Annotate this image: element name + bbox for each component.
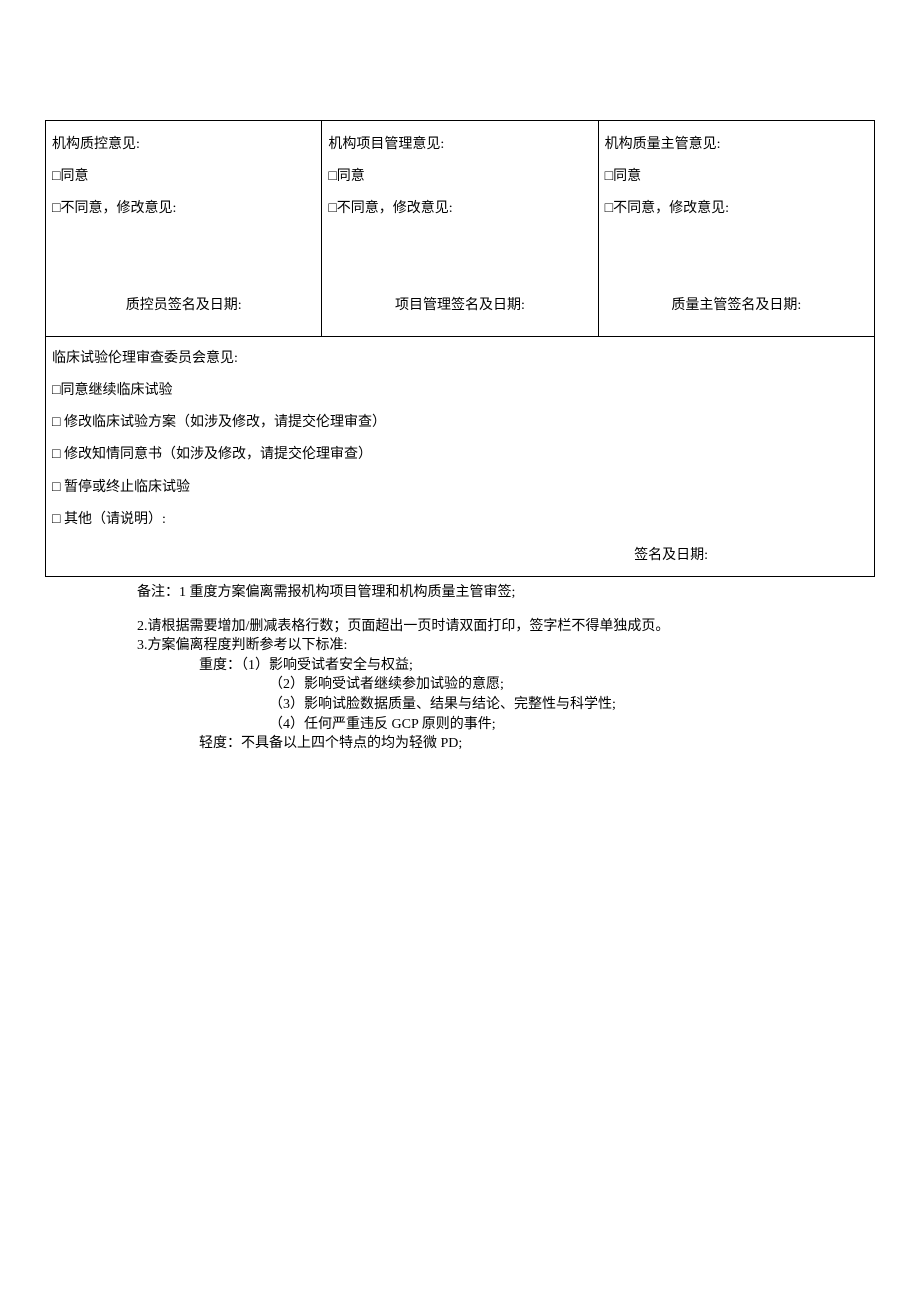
qs-agree-row: □同意: [605, 161, 868, 193]
note-1: 备注：1 重度方案偏离需报机构项目管理和机构质量主管审签;: [137, 583, 875, 603]
note-5: （2）影响受试者继续参加试验的意愿;: [137, 675, 875, 695]
pm-agree-row: □同意: [328, 161, 591, 193]
ethics-opt4: 暂停或终止临床试验: [60, 480, 190, 495]
qc-signature-label: 质控员签名及日期:: [52, 290, 315, 328]
col-ethics: 临床试验伦理审查委员会意见: □同意继续临床试验 □ 修改临床试验方案（如涉及修…: [46, 336, 875, 576]
qc-title: 机构质控意见:: [52, 129, 315, 161]
qc-disagree: 不同意，修改意见:: [60, 201, 176, 216]
note-7: （4）任何严重违反 GCP 原则的事件;: [137, 715, 875, 735]
qs-title: 机构质量主管意见:: [605, 129, 868, 161]
qs-disagree-row: □不同意，修改意见:: [605, 193, 868, 225]
ethics-title: 临床试验伦理审查委员会意见:: [52, 343, 868, 375]
pm-disagree: 不同意，修改意见:: [337, 201, 453, 216]
note-4: 重度：（1）影响受试者安全与权益;: [137, 656, 875, 676]
ethics-opt3: 修改知情同意书（如涉及修改，请提交伦理审查）: [60, 447, 372, 462]
checkbox-icon[interactable]: □: [328, 169, 336, 184]
ethics-opt3-row: □ 修改知情同意书（如涉及修改，请提交伦理审查）: [52, 439, 868, 471]
checkbox-icon[interactable]: □: [605, 169, 613, 184]
ethics-signature-label: 签名及日期:: [52, 540, 868, 572]
checkbox-icon[interactable]: □: [605, 201, 613, 216]
note-8: 轻度：不具备以上四个特点的均为轻微 PD;: [137, 734, 875, 754]
ethics-opt5: 其他（请说明）:: [60, 512, 165, 527]
pm-agree: 同意: [337, 169, 365, 184]
ethics-opt2: 修改临床试验方案（如涉及修改，请提交伦理审查）: [60, 415, 386, 430]
ethics-opt4-row: □ 暂停或终止临床试验: [52, 472, 868, 504]
notes-block: 备注：1 重度方案偏离需报机构项目管理和机构质量主管审签; 2.请根据需要增加/…: [45, 583, 875, 754]
note-2: 2.请根据需要增加/删减表格行数；页面超出一页时请双面打印，签字栏不得单独成页。: [137, 617, 875, 637]
col-quality-supervisor: 机构质量主管意见: □同意 □不同意，修改意见: 质量主管签名及日期:: [598, 121, 874, 337]
form-table: 机构质控意见: □同意 □不同意，修改意见: 质控员签名及日期: 机构项目管理意…: [45, 120, 875, 577]
pm-disagree-row: □不同意，修改意见:: [328, 193, 591, 225]
qs-agree: 同意: [613, 169, 641, 184]
ethics-opt5-row: □ 其他（请说明）:: [52, 504, 868, 536]
note-3: 3.方案偏离程度判断参考以下标准:: [137, 636, 875, 656]
qc-agree: 同意: [60, 169, 88, 184]
col-quality-control: 机构质控意见: □同意 □不同意，修改意见: 质控员签名及日期:: [46, 121, 322, 337]
note-6: （3）影响试脸数据质量、结果与结论、完整性与科学性;: [137, 695, 875, 715]
qs-disagree: 不同意，修改意见:: [613, 201, 729, 216]
qc-agree-row: □同意: [52, 161, 315, 193]
ethics-opt1: 同意继续临床试验: [60, 383, 172, 398]
qs-signature-label: 质量主管签名及日期:: [605, 290, 868, 328]
checkbox-icon[interactable]: □: [328, 201, 336, 216]
col-project-management: 机构项目管理意见: □同意 □不同意，修改意见: 项目管理签名及日期:: [322, 121, 598, 337]
opinions-row: 机构质控意见: □同意 □不同意，修改意见: 质控员签名及日期: 机构项目管理意…: [46, 121, 875, 337]
ethics-opt1-row: □同意继续临床试验: [52, 375, 868, 407]
ethics-opt2-row: □ 修改临床试验方案（如涉及修改，请提交伦理审查）: [52, 407, 868, 439]
qc-disagree-row: □不同意，修改意见:: [52, 193, 315, 225]
pm-signature-label: 项目管理签名及日期:: [328, 290, 591, 328]
pm-title: 机构项目管理意见:: [328, 129, 591, 161]
ethics-row: 临床试验伦理审查委员会意见: □同意继续临床试验 □ 修改临床试验方案（如涉及修…: [46, 336, 875, 576]
